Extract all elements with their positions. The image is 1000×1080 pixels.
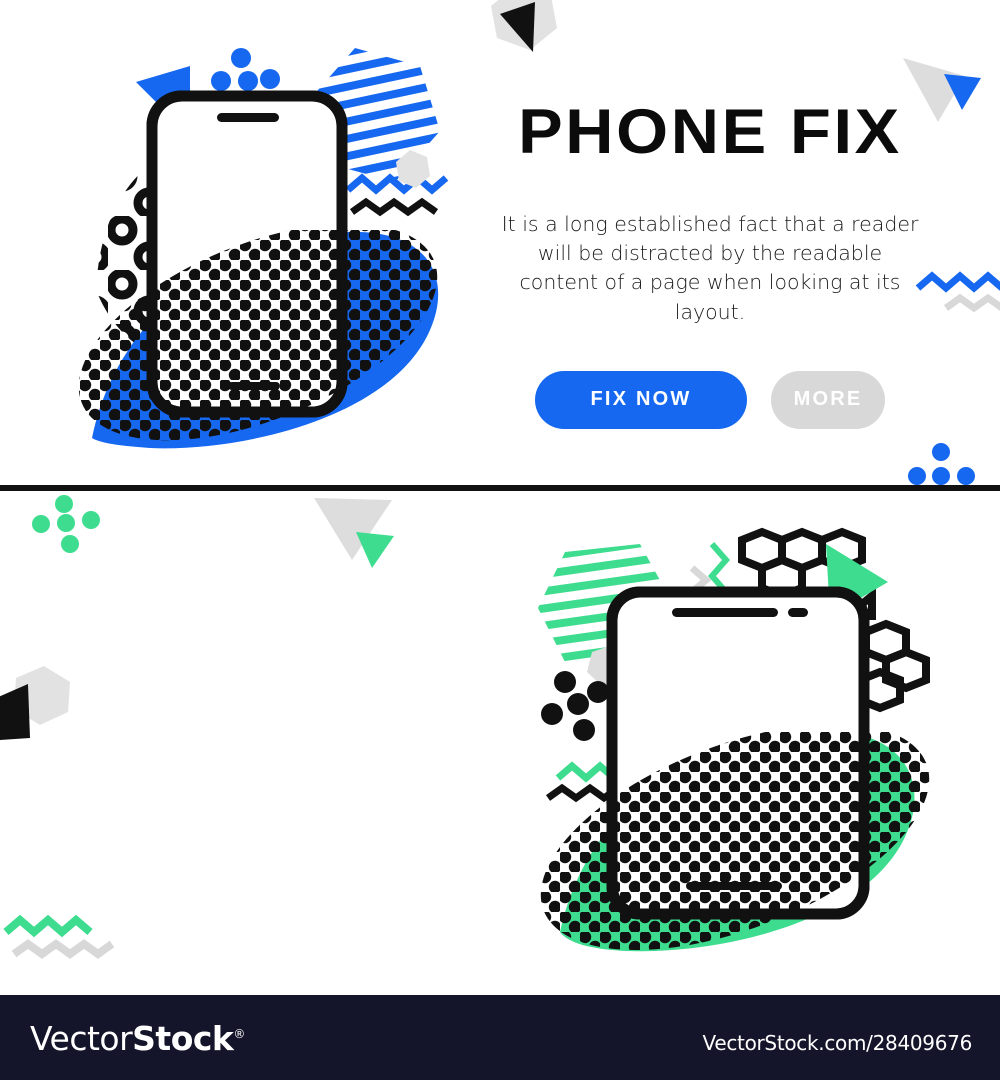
phone-home-indicator-icon (228, 382, 280, 390)
blue-zigzag-right-icon (915, 271, 1000, 293)
tablet-home-indicator-icon (686, 882, 782, 890)
green-triangle-icon (356, 532, 394, 568)
gray-zigzag-bottom-icon (11, 939, 115, 959)
phone-body-text: It is a long established fact that a rea… (501, 212, 919, 324)
banner-divider (0, 485, 1000, 491)
more-button-phone[interactable]: MORE (771, 370, 885, 429)
blue-dot-cluster-right-icon (908, 443, 975, 485)
blue-dot-cluster-icon (211, 48, 280, 91)
phone-banner-copy: PHONE FIX It is a long established fact … (500, 100, 920, 429)
green-zigzag-mid-icon (555, 761, 617, 783)
banner-phone-fix: PHONE FIX It is a long established fact … (0, 0, 1000, 490)
fix-now-button-phone[interactable]: FIX NOW (535, 370, 747, 429)
phone-speaker-icon (217, 113, 279, 122)
watermark-url: VectorStock.com/28409676 (702, 1031, 973, 1055)
logo-prefix: Vector (30, 1019, 133, 1058)
page-title-phone: PHONE FIX (518, 97, 902, 167)
watermark-footer: VectorStock® VectorStock.com/28409676 (0, 995, 1000, 1080)
tablet-speaker-icon (672, 608, 778, 617)
banner-tablet-fix: TABLET FIX It is a long established fact… (0, 492, 1000, 995)
registered-mark-icon: ® (233, 1027, 245, 1041)
tablet-camera-icon (788, 608, 808, 617)
green-dot-cluster-left-icon (32, 495, 100, 553)
black-honeycomb-right-icon (856, 587, 930, 713)
phone-button-row: FIX NOW MORE (500, 370, 920, 429)
logo-suffix: Stock (132, 1019, 234, 1058)
gray-zigzag-right-icon (943, 293, 1000, 313)
black-zigzag-icon (349, 197, 439, 217)
black-dot-cluster-icon (541, 671, 609, 741)
black-triangle-left-icon (0, 684, 30, 740)
tablet-banner-artwork (0, 495, 960, 972)
green-zigzag-bottom-icon (3, 914, 93, 938)
vectorstock-logo: VectorStock® (30, 1019, 245, 1058)
blue-zigzag-icon (345, 173, 449, 195)
poster-canvas: PHONE FIX It is a long established fact … (0, 0, 1000, 1080)
